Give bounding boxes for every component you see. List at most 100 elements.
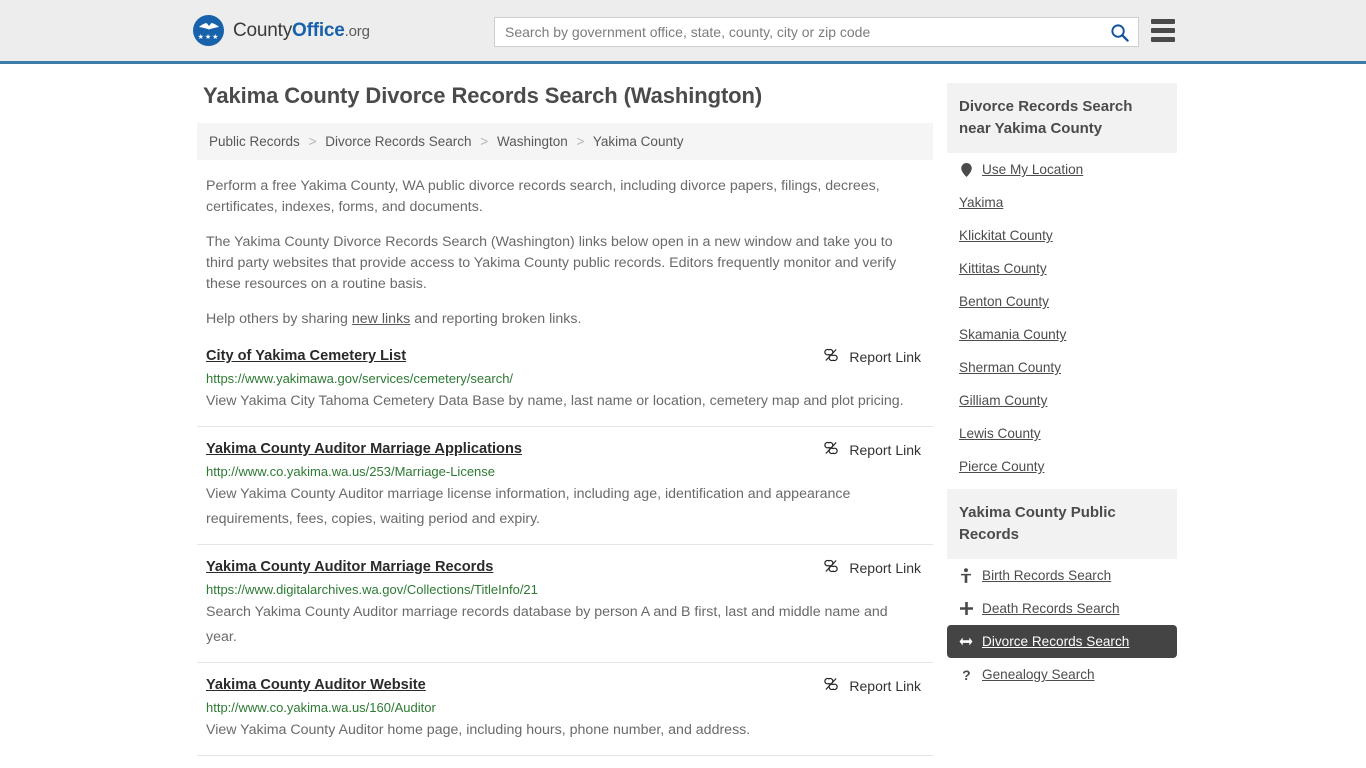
cross-icon [959, 601, 973, 616]
map-pin-icon [959, 162, 973, 177]
intro-paragraph-2: The Yakima County Divorce Records Search… [206, 234, 897, 292]
result-title-link[interactable]: Yakima County Auditor Marriage Applicati… [206, 439, 522, 459]
list-item: Kittitas County [947, 252, 1177, 285]
breadcrumb-item-1[interactable]: Divorce Records Search [325, 134, 471, 149]
record-type-link[interactable]: Birth Records Search [947, 559, 1177, 592]
record-type-link[interactable]: ? Genealogy Search [947, 658, 1177, 691]
nearby-place-link[interactable]: Lewis County [947, 417, 1177, 450]
result-url[interactable]: http://www.co.yakima.wa.us/253/Marriage-… [206, 463, 933, 481]
breadcrumb: Public Records > Divorce Records Search … [197, 123, 933, 160]
nearby-place-label: Lewis County [959, 426, 1041, 441]
result-title-link[interactable]: Yakima County Auditor Website [206, 675, 426, 695]
report-link-button[interactable]: Report Link [823, 675, 921, 695]
search-input[interactable] [495, 18, 1100, 46]
hamburger-bar [1151, 28, 1175, 33]
page-body: Yakima County Divorce Records Search (Wa… [0, 64, 1366, 768]
nearby-place-link[interactable]: Gilliam County [947, 384, 1177, 417]
new-links-link[interactable]: new links [352, 311, 410, 327]
nearby-place-link[interactable]: Benton County [947, 285, 1177, 318]
question-mark-icon: ? [959, 667, 973, 682]
result-description: Search Yakima County Auditor marriage re… [206, 604, 888, 645]
hamburger-bar [1151, 37, 1175, 42]
nearby-searches-box: Divorce Records Search near Yakima Count… [947, 83, 1177, 483]
list-item: Birth Records Search [947, 559, 1177, 592]
breadcrumb-item-0[interactable]: Public Records [209, 134, 300, 149]
site-logo[interactable]: ★★★ CountyOffice.org [193, 15, 370, 46]
nearby-place-link[interactable]: Yakima [947, 186, 1177, 219]
result-title-link[interactable]: City of Yakima Cemetery List [206, 346, 406, 366]
search-icon [1110, 23, 1129, 42]
result-url[interactable]: https://www.digitalarchives.wa.gov/Colle… [206, 581, 933, 599]
page-title: Yakima County Divorce Records Search (Wa… [203, 83, 763, 108]
result-item: Yakima County Auditor Website Report Link… [197, 675, 933, 756]
nearby-searches-heading: Divorce Records Search near Yakima Count… [947, 83, 1177, 153]
hamburger-bar [1151, 19, 1175, 24]
list-item: Pierce County [947, 450, 1177, 483]
result-description: View Yakima County Auditor marriage lice… [206, 486, 851, 527]
nearby-place-label: Yakima [959, 195, 1004, 210]
report-link-label: Report Link [849, 348, 921, 365]
report-link-label: Report Link [849, 441, 921, 458]
record-type-label: Birth Records Search [982, 568, 1112, 583]
result-item: City of Yakima Cemetery List Report Link h… [197, 344, 933, 427]
list-item: ? Genealogy Search [947, 658, 1177, 691]
nearby-list: Use My Location [947, 153, 1177, 186]
nearby-place-label: Klickitat County [959, 228, 1053, 243]
nearby-place-link[interactable]: Pierce County [947, 450, 1177, 483]
arrows-split-icon [959, 634, 973, 649]
public-records-list: Birth Records Search Death Records Search… [947, 559, 1177, 691]
public-records-heading: Yakima County Public Records [947, 489, 1177, 559]
list-item: Divorce Records Search [947, 625, 1177, 658]
result-description: View Yakima City Tahoma Cemetery Data Ba… [206, 393, 904, 409]
result-header: Yakima County Auditor Marriage Records Re… [206, 557, 933, 577]
intro-paragraph-1: Perform a free Yakima County, WA public … [206, 178, 880, 215]
public-records-box: Yakima County Public Records Birth Recor… [947, 489, 1177, 691]
nearby-place-link[interactable]: Klickitat County [947, 219, 1177, 252]
intro-p3-after: and reporting broken links. [410, 311, 582, 327]
list-item: Benton County [947, 285, 1177, 318]
record-type-link[interactable]: Divorce Records Search [947, 625, 1177, 658]
result-item: Yakima County Auditor Marriage Records Re… [197, 557, 933, 663]
nearby-places-list: Yakima Klickitat County Kittitas County Ben… [947, 186, 1177, 483]
report-link-button[interactable]: Report Link [823, 557, 921, 577]
record-type-link[interactable]: Death Records Search [947, 592, 1177, 625]
nearby-place-label: Kittitas County [959, 261, 1047, 276]
nearby-place-label: Benton County [959, 294, 1049, 309]
result-header: Yakima County Auditor Marriage Applicati… [206, 439, 933, 459]
results-list: City of Yakima Cemetery List Report Link h… [197, 344, 933, 756]
use-my-location-link[interactable]: Use My Location [947, 153, 1177, 186]
list-item: Death Records Search [947, 592, 1177, 625]
baby-icon [959, 568, 973, 583]
list-item: Use My Location [947, 153, 1177, 186]
breadcrumb-separator: > [480, 134, 489, 149]
breadcrumb-item-2[interactable]: Washington [497, 134, 568, 149]
broken-link-icon [823, 676, 839, 695]
site-logo-text: CountyOffice.org [233, 19, 370, 41]
result-header: Yakima County Auditor Website Report Link [206, 675, 933, 695]
result-description: View Yakima County Auditor home page, in… [206, 722, 751, 738]
site-header: ★★★ CountyOffice.org [0, 0, 1366, 64]
nearby-place-link[interactable]: Sherman County [947, 351, 1177, 384]
list-item: Klickitat County [947, 219, 1177, 252]
result-url[interactable]: https://www.yakimawa.gov/services/cemete… [206, 370, 933, 388]
record-type-label: Genealogy Search [982, 667, 1095, 682]
nearby-place-link[interactable]: Kittitas County [947, 252, 1177, 285]
breadcrumb-separator: > [308, 134, 317, 149]
report-link-button[interactable]: Report Link [823, 346, 921, 366]
record-type-label: Divorce Records Search [982, 634, 1130, 649]
nearby-place-link[interactable]: Skamania County [947, 318, 1177, 351]
sidebar: Divorce Records Search near Yakima Count… [947, 83, 1177, 697]
search-bar[interactable] [494, 17, 1139, 47]
intro-p3-before: Help others by sharing [206, 311, 352, 327]
report-link-button[interactable]: Report Link [823, 439, 921, 459]
report-link-label: Report Link [849, 677, 921, 694]
hamburger-menu-icon[interactable] [1151, 19, 1175, 42]
svg-text:?: ? [962, 668, 970, 682]
search-button[interactable] [1100, 18, 1138, 46]
result-url[interactable]: http://www.co.yakima.wa.us/160/Auditor [206, 699, 933, 717]
intro-text: Perform a free Yakima County, WA public … [197, 176, 933, 330]
list-item: Skamania County [947, 318, 1177, 351]
result-title-link[interactable]: Yakima County Auditor Marriage Records [206, 557, 493, 577]
broken-link-icon [823, 347, 839, 366]
breadcrumb-separator: > [576, 134, 585, 149]
